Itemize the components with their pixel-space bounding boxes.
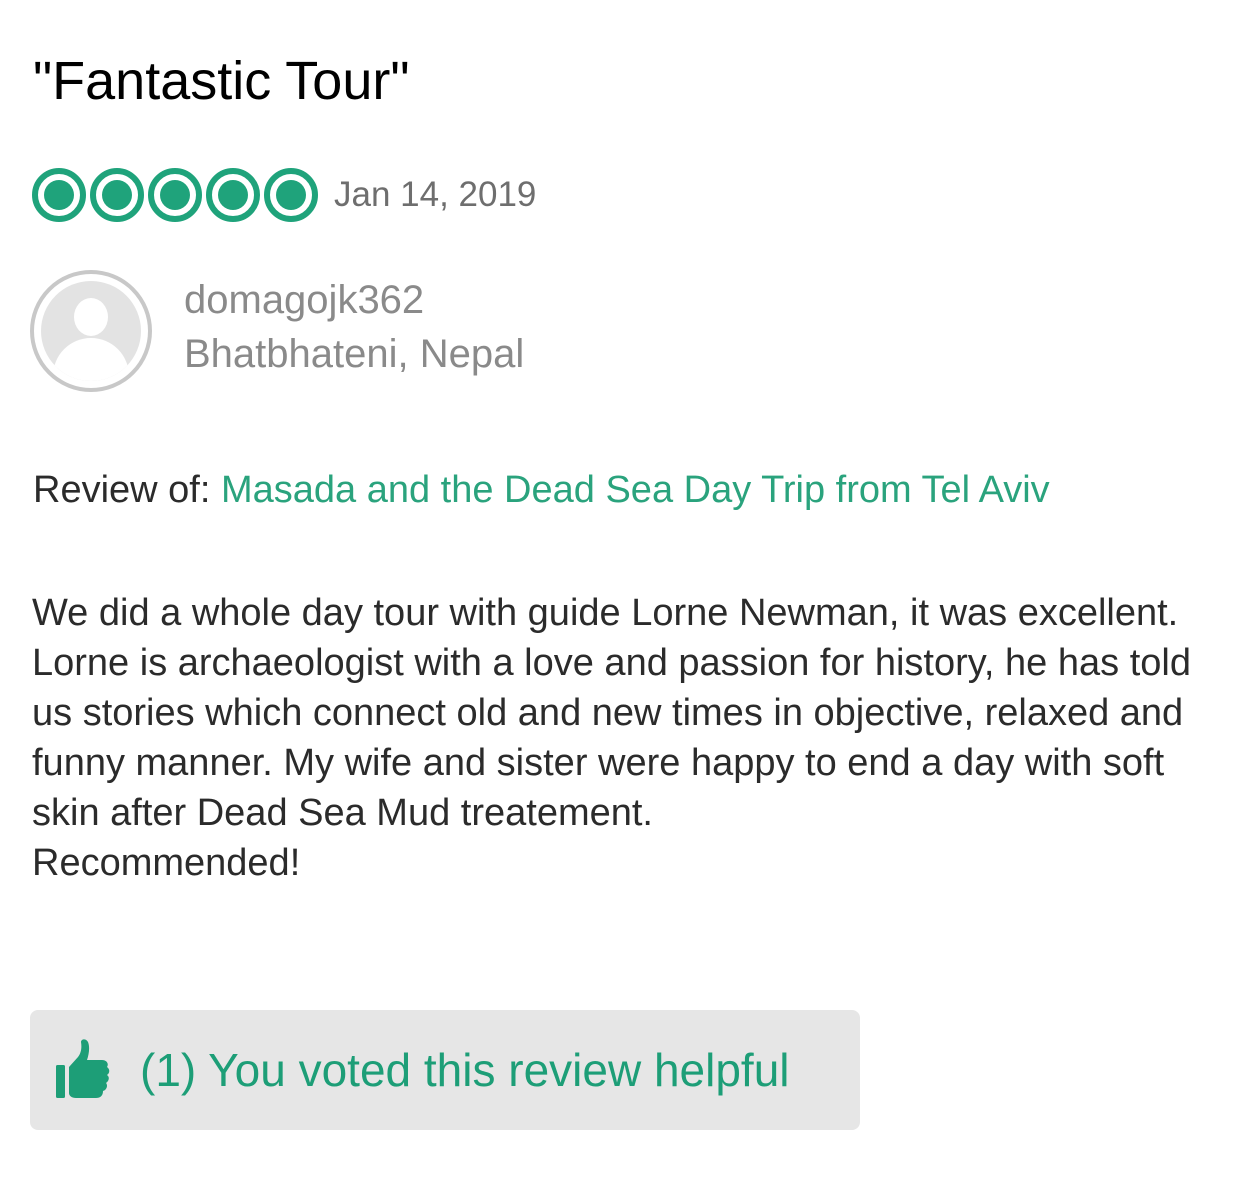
rating-row: Jan 14, 2019 [32,166,536,224]
default-user-avatar-icon [41,281,141,381]
reviewer-location: Bhatbhateni, Nepal [184,332,525,376]
review-title: "Fantastic Tour" [33,51,410,111]
helpful-vote-button[interactable]: (1) You voted this review helpful [30,1010,860,1130]
rating-bubble-icon [32,168,86,222]
review-of-label: Review of: [33,469,211,511]
rating-bubble-icon [90,168,144,222]
rating-bubble-icon [264,168,318,222]
bubble-rating [32,168,318,222]
thumbs-up-icon [56,1039,110,1098]
review-of: Review of: Masada and the Dead Sea Day T… [33,465,1050,515]
reviewer-info: domagojk362 Bhatbhateni, Nepal [184,273,524,381]
helpful-vote-label: (1) You voted this review helpful [140,1044,790,1096]
review-of-link[interactable]: Masada and the Dead Sea Day Trip from Te… [221,469,1050,511]
avatar[interactable] [30,270,152,392]
rating-bubble-icon [148,168,202,222]
reviewer-block[interactable]: domagojk362 Bhatbhateni, Nepal [30,270,524,392]
review-body: We did a whole day tour with guide Lorne… [32,588,1212,888]
review-body-closing: Recommended! [32,842,301,884]
reviewer-username[interactable]: domagojk362 [184,273,524,327]
review-date: Jan 14, 2019 [334,175,537,214]
review-body-paragraph: We did a whole day tour with guide Lorne… [32,592,1191,834]
rating-bubble-icon [206,168,260,222]
